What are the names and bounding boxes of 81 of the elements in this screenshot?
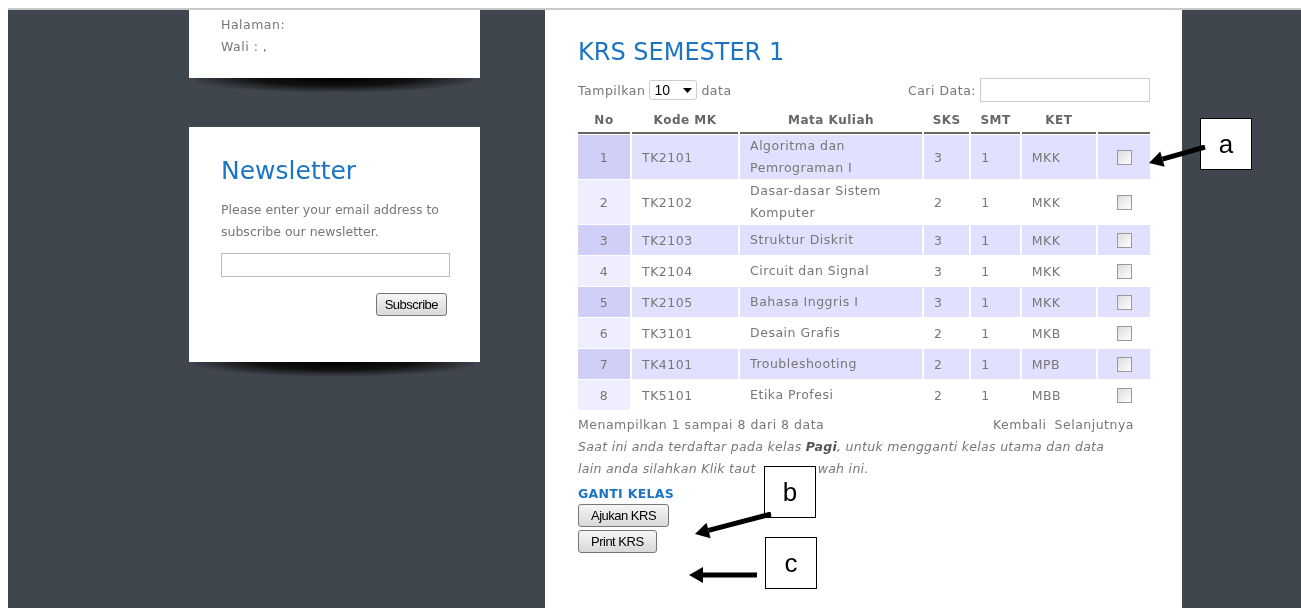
table-cell-text: 2 [933,193,944,212]
table-cell-text: 2 [933,324,944,343]
profile-text: Halaman: [221,16,287,34]
table-cell: TK2103 [632,225,739,255]
note-text: Saat ini anda terdaftar pada kelas Pagi, untuk mengganti kelas utama dan data [578,438,1106,456]
table-cell: 1 [971,135,1020,179]
page-size-select[interactable]: 10 [649,80,698,100]
table-cell-text: Etika Profesi [749,386,835,404]
table-cell-text: 1 [980,262,991,281]
page-title: KRS SEMESTER 1 [578,38,786,66]
note-text: wah ini. [817,460,869,478]
table-cell: 4 [578,256,630,286]
checkbox[interactable] [1116,264,1132,279]
table-cell: 6 [578,318,630,348]
checkbox[interactable] [1116,233,1132,248]
table-cell: 8 [578,380,630,410]
table-cell-text: MKK [1030,193,1062,212]
table-cell: Bahasa Inggris I [740,287,923,317]
table-cell-text: 2 [933,386,944,405]
subscribe-button[interactable]: Subscribe [375,293,447,316]
submit-button[interactable]: Ajukan KRS [578,504,670,527]
checkbox[interactable] [1116,388,1132,403]
table-cell: 1 [971,349,1020,379]
table-cell-text: TK2104 [641,262,694,281]
checkbox[interactable] [1116,195,1132,210]
email-field[interactable] [221,253,450,277]
caret-icon [683,87,693,93]
show-label: Tampilkan [578,82,646,98]
table-cell-text: 1 [980,193,991,212]
table-cell-text: 1 [980,386,991,405]
table-cell-text: 1 [980,324,991,343]
callout-label: a [1200,118,1252,170]
table-cell: 3 [924,225,970,255]
previous-link[interactable]: Kembali [993,414,1047,436]
callout-label: b [764,466,816,518]
table-cell-text: MBB [1030,386,1063,405]
newsletter-text: Please enter your email address to subscribe our newsletter. [221,201,440,241]
change-class-link[interactable]: GANTI KELAS [578,486,675,501]
table-cell-text: MKK [1030,262,1062,281]
table-cell-text: Circuit dan Signal [749,262,871,280]
table-cell-text: TK3101 [641,324,694,343]
table-cell: TK4101 [632,349,739,379]
table-cell: Struktur Diskrit [740,225,923,255]
table-cell: 3 [578,225,630,255]
table-cell: TK2101 [632,135,739,179]
table-cell-text: MKB [1030,324,1062,343]
show-suffix: data [701,82,732,98]
checkbox[interactable] [1116,150,1132,165]
table-cell: 1 [971,225,1020,255]
table-cell: Troubleshooting [740,349,923,379]
table-cell-text: 3 [933,262,944,281]
table-cell: MPB [1021,349,1096,379]
table-cell: 2 [924,349,970,379]
table-cell: 3 [924,287,970,317]
search-field[interactable] [980,78,1150,102]
note-text: lain anda silahkan Klik taut [578,460,756,478]
newsletter-title: Newsletter [221,155,358,187]
table-cell: 2 [578,180,630,224]
table-cell-text: Desain Grafis [749,324,842,342]
search-label: Cari Data: [907,82,976,98]
table-cell-text: Dasar-dasar Sistem Komputer [749,182,882,222]
print-button[interactable]: Print KRS [578,530,657,553]
checkbox[interactable] [1116,295,1132,310]
table-cell: 5 [578,287,630,317]
table-cell: MKK [1021,287,1096,317]
next-link[interactable]: Selanjutnya [1054,414,1134,436]
table-cell: Algoritma dan Pemrograman I [740,135,923,179]
table-info: Menampilkan 1 sampai 8 dari 8 data [578,416,825,434]
table-cell: 1 [971,287,1020,317]
table-cell-text: TK5101 [641,386,694,405]
table-cell: 7 [578,349,630,379]
table-cell: MKK [1021,135,1096,179]
table-cell-text: TK2102 [641,193,694,212]
table-cell: 3 [924,135,970,179]
table-cell: 1 [578,135,630,179]
table-cell: TK2105 [632,287,739,317]
profile-text: Wali : , [221,38,269,56]
table-cell: MKK [1021,225,1096,255]
checkbox[interactable] [1116,326,1132,341]
checkbox[interactable] [1116,357,1132,372]
callout-label: c [765,537,817,589]
